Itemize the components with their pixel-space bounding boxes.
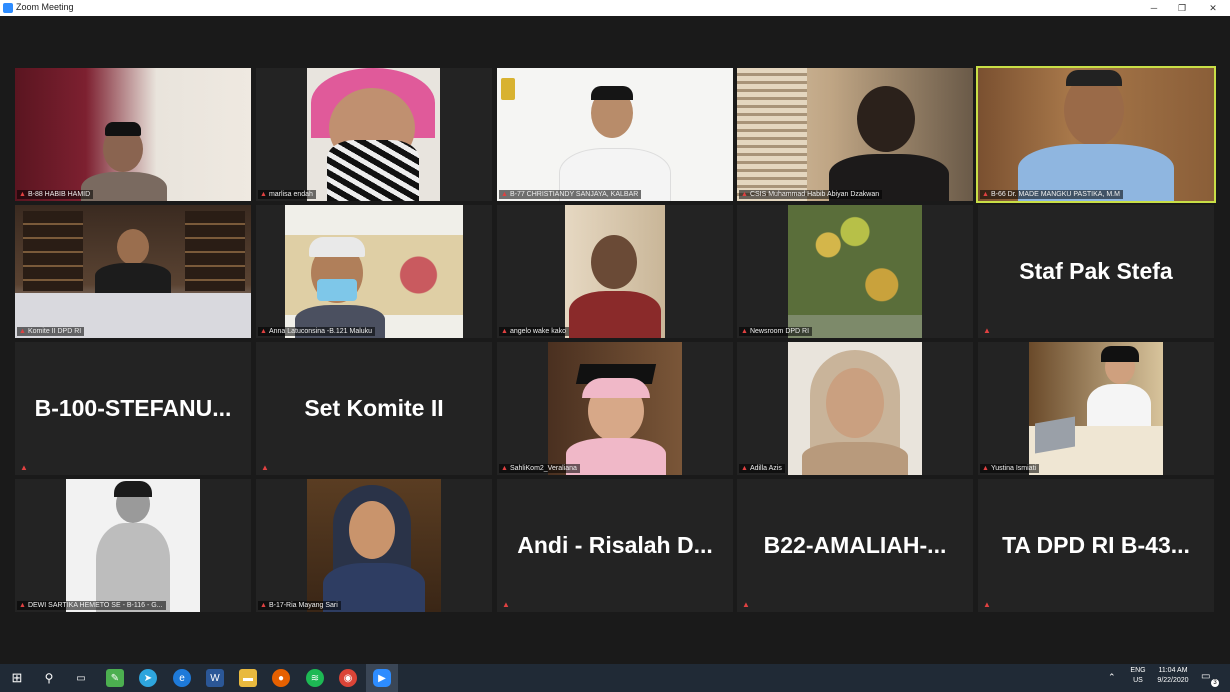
clock-date: 9/22/2020	[1157, 677, 1189, 684]
participant-name: ▲ B-66 Dr. MADE MANGKU PASTIKA, M.M	[980, 190, 1123, 199]
muted-mic-icon: ▲	[741, 328, 748, 335]
muted-mic-icon: ▲	[19, 191, 26, 198]
muted-mic-icon: ▲	[982, 191, 989, 198]
participant-display-name: Staf Pak Stefa	[1019, 258, 1173, 284]
participant-display-name: TA DPD RI B-43...	[1002, 532, 1190, 558]
telegram-icon[interactable]: ➤	[139, 669, 157, 687]
participant-tile[interactable]: Set Komite II ▲	[256, 342, 492, 475]
participant-tile[interactable]: ▲ marlisa endah	[256, 68, 492, 201]
muted-mic-icon: ▲	[501, 465, 508, 472]
participant-name: ▲ Newsroom DPD RI	[739, 327, 813, 336]
muted-mic-icon: ▲	[260, 602, 267, 609]
muted-mic-icon: ▲	[260, 328, 267, 335]
participant-tile[interactable]: B22-AMALIAH-... ▲	[737, 479, 973, 612]
participant-tile[interactable]: ▲ angelo wake kako	[497, 205, 733, 338]
task-view-icon[interactable]: ▭	[72, 669, 90, 687]
restore-icon[interactable]: ❐	[1165, 0, 1199, 16]
language-code: ENG	[1130, 667, 1146, 674]
participant-tile[interactable]: ▲ Yustina Ismiati	[978, 342, 1214, 475]
muted-mic-icon: ▲	[741, 465, 748, 472]
chrome-icon[interactable]: ◉	[339, 669, 357, 687]
participant-tile[interactable]: Andi - Risalah D... ▲	[497, 479, 733, 612]
participant-tile[interactable]: ▲ Newsroom DPD RI	[737, 205, 973, 338]
muted-mic-icon: ▲	[983, 600, 991, 609]
participant-name: ▲ SahliKom2_Veraliana	[499, 464, 580, 473]
muted-mic-icon: ▲	[260, 191, 267, 198]
file-explorer-icon[interactable]: ▬	[239, 669, 257, 687]
clock-time: 11:04 AM	[1158, 667, 1188, 674]
participant-name: ▲ marlisa endah	[258, 190, 316, 199]
participant-tile[interactable]: ▲ B-77 CHRISTIANDY SANJAYA, KALBAR	[497, 68, 733, 201]
notification-count-badge: 3	[1211, 679, 1219, 687]
participant-tile[interactable]: TA DPD RI B-43... ▲	[978, 479, 1214, 612]
zoom-app-icon	[3, 3, 13, 13]
muted-mic-icon: ▲	[742, 600, 750, 609]
participant-name: ▲ DEWI SARTIKA HEMETO SE - B-116 - G...	[17, 601, 166, 610]
notification-center-icon[interactable]: ▭	[1201, 671, 1210, 682]
muted-mic-icon: ▲	[501, 191, 508, 198]
participant-tile[interactable]: ▲ B-17-Ria Mayang Sari	[256, 479, 492, 612]
participant-tile[interactable]: ▲ DEWI SARTIKA HEMETO SE - B-116 - G...	[15, 479, 251, 612]
participant-tile[interactable]: ▲ Adilla Azis	[737, 342, 973, 475]
participant-name: ▲ B-77 CHRISTIANDY SANJAYA, KALBAR	[499, 190, 642, 199]
participant-tile[interactable]: ▲ Anna Latuconsina -B.121 Maluku	[256, 205, 492, 338]
muted-mic-icon: ▲	[982, 465, 989, 472]
participant-tile[interactable]: ▲ Komite II DPD RI	[15, 205, 251, 338]
windows-taskbar: ⊞ ⚲ ▭ ✎ ➤ e W ▬ ● ≋ ◉ ▶ ⌃ ENG US 11:04 A…	[0, 664, 1230, 692]
firefox-icon[interactable]: ●	[272, 669, 290, 687]
window-title: Zoom Meeting	[16, 2, 74, 12]
word-icon[interactable]: W	[206, 669, 224, 687]
participant-tile[interactable]: ▲ SahliKom2_Veraliana	[497, 342, 733, 475]
show-hidden-icons-icon[interactable]: ⌃	[1108, 672, 1116, 683]
title-bar: Zoom Meeting ─ ❐ ✕	[0, 0, 1230, 16]
participant-tile[interactable]: Staf Pak Stefa ▲	[978, 205, 1214, 338]
keyboard-layout: US	[1133, 677, 1143, 684]
sticky-notes-icon[interactable]: ✎	[106, 669, 124, 687]
participant-display-name: Andi - Risalah D...	[517, 532, 713, 558]
muted-mic-icon: ▲	[19, 602, 26, 609]
muted-mic-icon: ▲	[502, 600, 510, 609]
edge-icon[interactable]: e	[173, 669, 191, 687]
participant-name: ▲ Komite II DPD RI	[17, 327, 85, 336]
close-icon[interactable]: ✕	[1196, 0, 1230, 16]
spotify-icon[interactable]: ≋	[306, 669, 324, 687]
zoom-icon[interactable]: ▶	[373, 669, 391, 687]
video-gallery: ▲ B-88 HABIB HAMID ▲ marlisa endah ▲ B-77 C…	[0, 16, 1230, 664]
participant-name: ▲ angelo wake kako	[499, 327, 569, 336]
windows-start-icon[interactable]: ⊞	[8, 669, 26, 687]
participant-display-name: B22-AMALIAH-...	[763, 532, 947, 558]
participant-name: ▲ CSIS Muhammad Habib Abiyan Dzakwan	[739, 190, 883, 199]
input-language[interactable]: ENG US	[1126, 667, 1150, 684]
muted-mic-icon: ▲	[20, 463, 28, 472]
muted-mic-icon: ▲	[261, 463, 269, 472]
muted-mic-icon: ▲	[501, 328, 508, 335]
participant-tile[interactable]: B-100-STEFANU... ▲	[15, 342, 251, 475]
active-speaker-tile[interactable]: ▲ B-66 Dr. MADE MANGKU PASTIKA, M.M	[976, 66, 1216, 203]
clock[interactable]: 11:04 AM 9/22/2020	[1150, 667, 1196, 684]
participant-display-name: B-100-STEFANU...	[34, 395, 232, 421]
participant-tile[interactable]: ▲ CSIS Muhammad Habib Abiyan Dzakwan	[737, 68, 973, 201]
participant-name: ▲ Adilla Azis	[739, 464, 785, 473]
search-icon[interactable]: ⚲	[40, 669, 58, 687]
participant-name: ▲ Yustina Ismiati	[980, 464, 1040, 473]
participant-tile[interactable]: ▲ B-88 HABIB HAMID	[15, 68, 251, 201]
participant-name: ▲ Anna Latuconsina -B.121 Maluku	[258, 327, 376, 336]
participant-name: ▲ B-17-Ria Mayang Sari	[258, 601, 341, 610]
muted-mic-icon: ▲	[19, 328, 26, 335]
muted-mic-icon: ▲	[741, 191, 748, 198]
muted-mic-icon: ▲	[983, 326, 991, 335]
participant-display-name: Set Komite II	[304, 395, 444, 421]
participant-name: ▲ B-88 HABIB HAMID	[17, 190, 94, 199]
